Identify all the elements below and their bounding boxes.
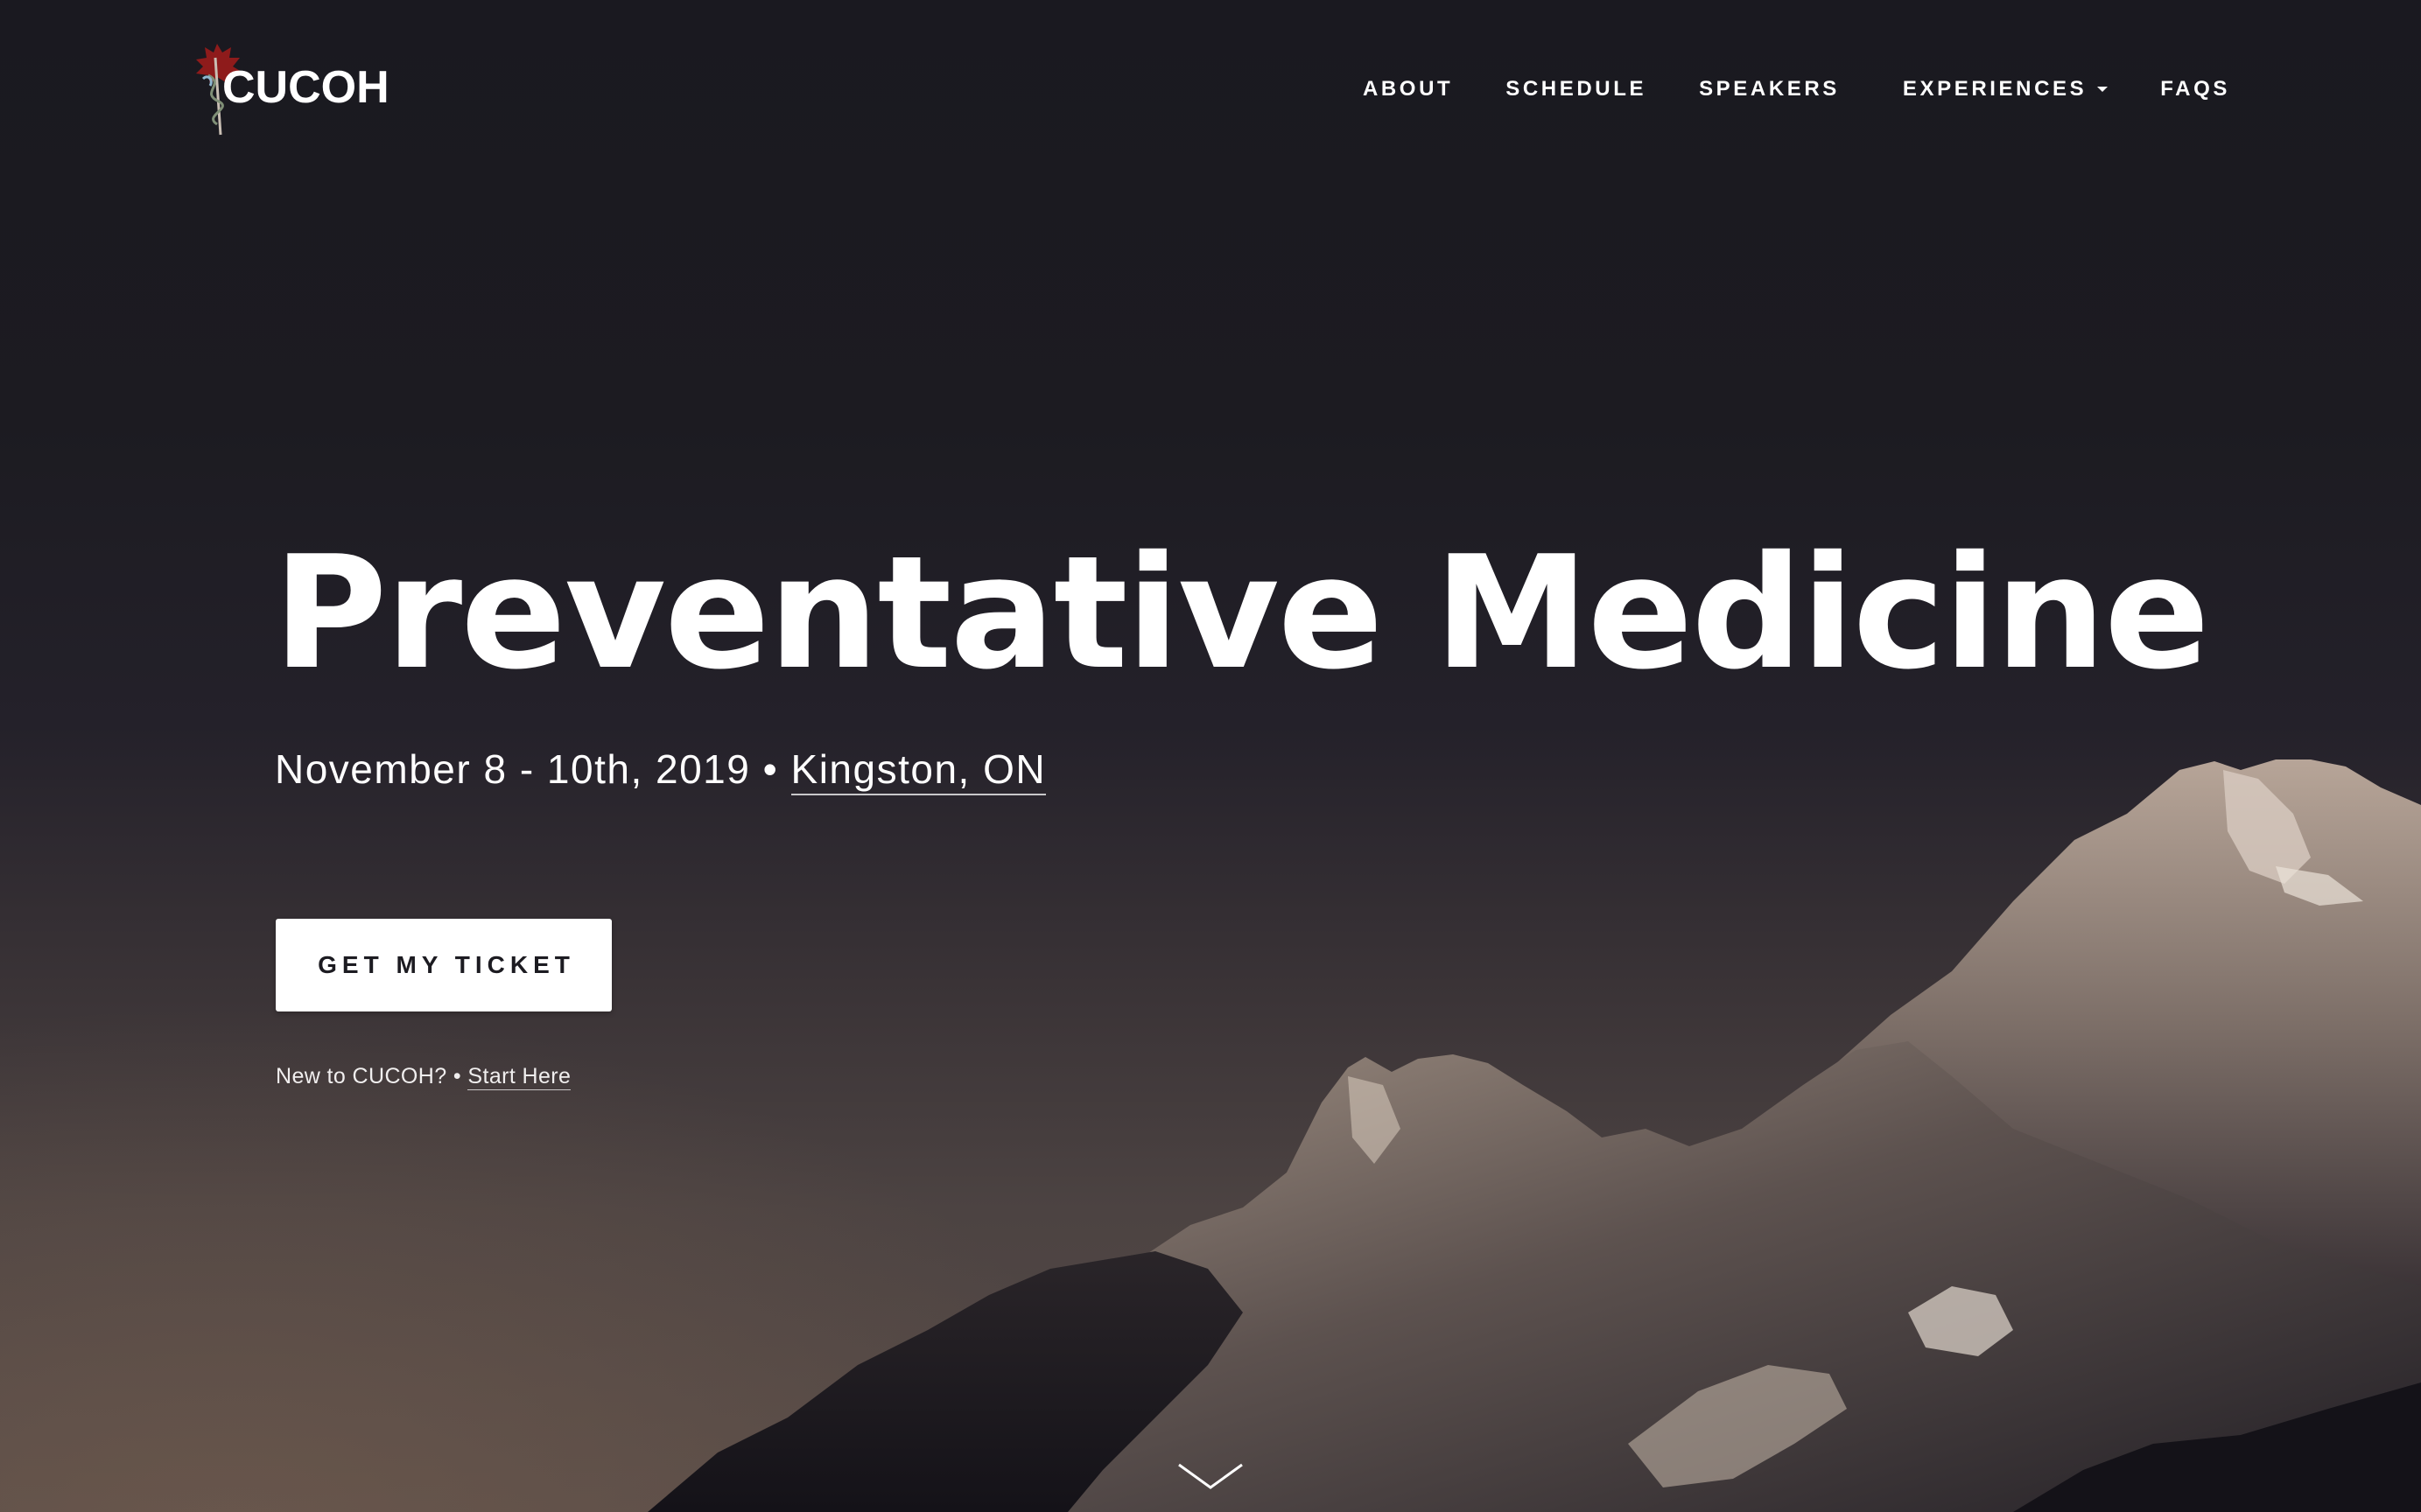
hero-title: Preventative Medicine: [273, 522, 2210, 704]
nav-link-faqs[interactable]: FAQS: [2160, 75, 2230, 103]
nav-link-speakers[interactable]: SPEAKERS: [1699, 75, 1840, 103]
new-separator-dot: •: [453, 1064, 462, 1088]
chevron-down-icon[interactable]: [1175, 1460, 1246, 1494]
nav-link-about[interactable]: ABOUT: [1363, 75, 1453, 103]
site-logo[interactable]: CUCOH: [191, 40, 401, 136]
start-here-link[interactable]: Start Here: [467, 1064, 572, 1090]
caret-down-icon: [2097, 87, 2109, 92]
logo-text: CUCOH: [222, 62, 389, 113]
separator-dot: •: [762, 746, 779, 792]
new-visitor-prompt: New to CUCOH? • Start Here: [276, 1064, 572, 1090]
hero-section: CUCOH ABOUT SCHEDULE SPEAKERS EXPERIENCE…: [0, 0, 2421, 1512]
main-nav: ABOUT SCHEDULE SPEAKERS EXPERIENCES FAQS: [1310, 75, 2230, 103]
nav-link-experiences[interactable]: EXPERIENCES: [1902, 75, 2109, 103]
nav-link-experiences-label: EXPERIENCES: [1902, 77, 2088, 101]
new-prompt-text: New to CUCOH?: [276, 1064, 447, 1088]
event-details: November 8 - 10th, 2019 • Kingston, ON: [275, 746, 1047, 795]
nav-link-schedule[interactable]: SCHEDULE: [1505, 75, 1646, 103]
location-link[interactable]: Kingston, ON: [790, 746, 1047, 795]
event-date: November 8 - 10th, 2019: [275, 746, 751, 792]
get-ticket-button[interactable]: GET MY TICKET: [276, 919, 612, 1012]
